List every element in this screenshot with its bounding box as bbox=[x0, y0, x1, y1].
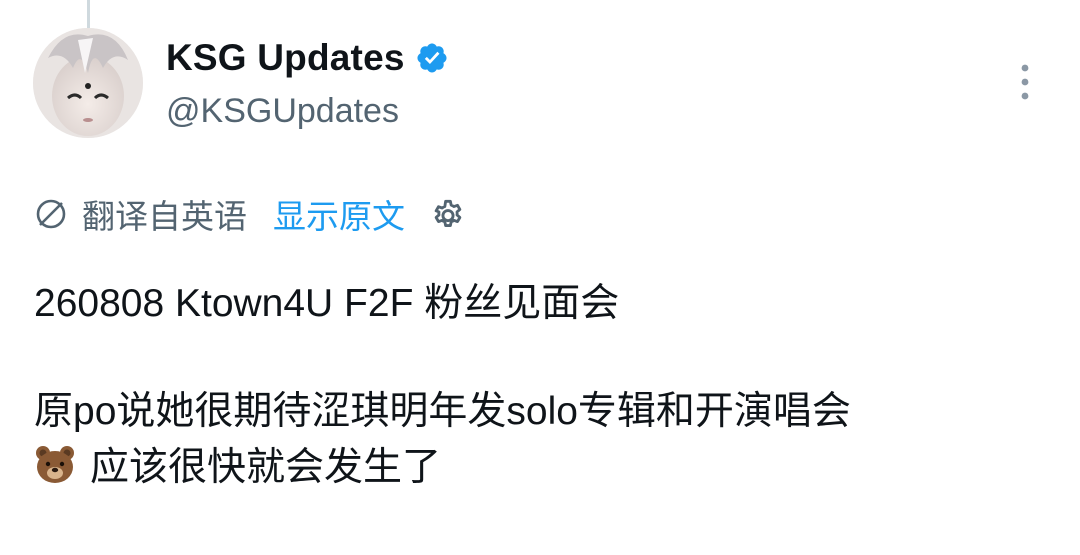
gear-icon[interactable] bbox=[429, 195, 467, 233]
tweet-line-3: 应该很快就会发生了 bbox=[90, 446, 442, 489]
translated-from-label: 翻译自英语 bbox=[82, 198, 247, 235]
show-original-link[interactable]: 显示原文 bbox=[273, 190, 405, 238]
author-display-name[interactable]: KSG Updates bbox=[166, 37, 405, 79]
author-handle[interactable]: @KSGUpdates bbox=[166, 92, 399, 131]
tweet-line-1: 260808 Ktown4U F2F 粉丝见面会 bbox=[34, 282, 620, 325]
tweet-line-2: 原po说她很期待涩琪明年发solo专辑和开演唱会 bbox=[34, 390, 851, 433]
translate-globe-icon bbox=[36, 199, 66, 229]
author-name-row[interactable]: KSG Updates bbox=[166, 34, 449, 82]
more-vertical-icon[interactable] bbox=[1010, 60, 1040, 104]
verified-badge-icon bbox=[417, 43, 447, 73]
translation-bar: 翻译自英语 显示原文 bbox=[34, 192, 467, 236]
thread-connector-line bbox=[87, 0, 90, 28]
bear-face-icon bbox=[36, 446, 74, 483]
avatar-image bbox=[33, 28, 143, 138]
tweet-text: 260808 Ktown4U F2F 粉丝见面会 原po说她很期待涩琪明年发so… bbox=[34, 276, 1044, 496]
avatar[interactable] bbox=[33, 28, 143, 138]
tweet-line-3-row: 应该很快就会发生了 bbox=[34, 440, 1044, 496]
